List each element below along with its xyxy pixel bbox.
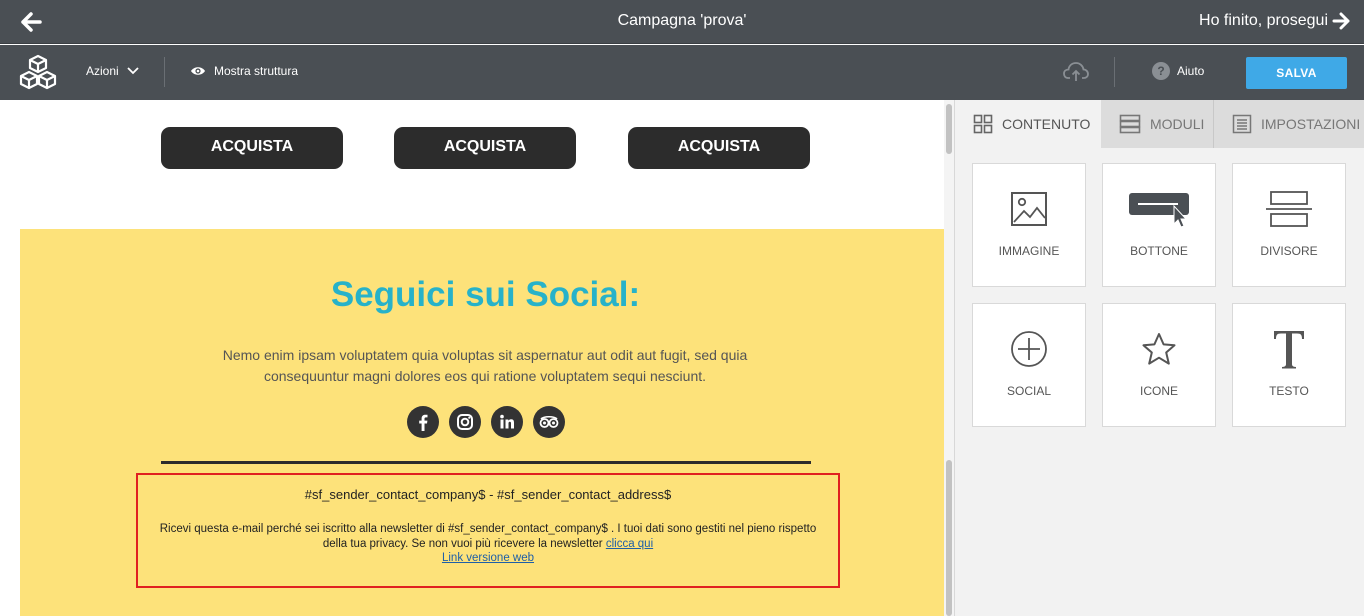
buy-button[interactable]: ACQUISTA [161,127,343,169]
plus-circle-icon [1011,331,1047,367]
cloud-upload-icon[interactable] [1063,61,1089,83]
text-icon [1274,331,1304,369]
buy-button[interactable]: ACQUISTA [628,127,810,169]
toolbar: Azioni Mostra struttura ? Aiuto SALVA [0,45,1364,100]
panel-tabs: CONTENUTO MODULI IMPOSTAZIONI [955,100,1364,148]
footer-address: #sf_sender_contact_company$ - #sf_sender… [304,487,672,502]
arrow-right-icon [1332,12,1350,30]
tab-contenuto[interactable]: CONTENUTO [955,100,1101,148]
grid-icon [973,114,993,134]
block-immagine[interactable]: IMMAGINE [972,163,1086,287]
section-divider [161,461,811,464]
divider-icon [1266,191,1312,227]
help-button[interactable]: ? Aiuto [1152,62,1204,80]
star-icon [1142,333,1176,365]
tab-impostazioni[interactable]: IMPOSTAZIONI [1214,100,1364,148]
web-version-link[interactable]: Link versione web [138,552,838,564]
tab-label: CONTENUTO [1002,116,1091,132]
image-icon [1011,192,1047,226]
block-label: TESTO [1269,384,1309,398]
logo-cubes-icon [19,54,57,90]
tab-label: MODULI [1150,116,1205,132]
tripadvisor-icon[interactable] [532,406,565,438]
eye-icon [191,67,205,75]
block-bottone[interactable]: BOTTONE [1102,163,1216,287]
toolbar-separator [164,57,165,87]
block-label: BOTTONE [1130,244,1188,258]
chevron-down-icon [127,67,139,75]
finish-continue-button[interactable]: Ho finito, prosegui [1199,12,1350,30]
instagram-icon[interactable] [448,406,481,438]
footer-block[interactable]: #sf_sender_contact_company$ - #sf_sender… [136,473,840,588]
linkedin-icon[interactable] [490,406,523,438]
help-label: Aiuto [1177,64,1205,78]
button-icon [1129,193,1189,228]
email-canvas: ACQUISTA ACQUISTA ACQUISTA Seguici sui S… [0,100,944,616]
show-structure-label: Mostra struttura [214,64,299,78]
buy-button[interactable]: ACQUISTA [394,127,576,169]
finish-label: Ho finito, prosegui [1199,12,1328,29]
modules-icon [1119,114,1141,134]
block-social[interactable]: SOCIAL [972,303,1086,427]
settings-list-icon [1232,114,1252,134]
block-label: IMMAGINE [998,244,1060,258]
save-button[interactable]: SALVA [1246,57,1347,89]
unsubscribe-link[interactable]: clicca qui [606,538,653,550]
show-structure-toggle[interactable]: Mostra struttura [190,64,298,78]
scrollbar-thumb-top[interactable] [946,104,952,154]
content-panel: CONTENUTO MODULI IMPOSTAZIONI IMMAGINE B… [954,100,1364,616]
footer-notice: Ricevi questa e-mail perché sei iscritto… [158,522,818,552]
help-icon: ? [1152,62,1170,80]
actions-label: Azioni [86,64,119,78]
buy-buttons-row: ACQUISTA ACQUISTA ACQUISTA [0,127,944,169]
toolbar-separator [1114,57,1115,87]
block-label: DIVISORE [1260,244,1318,258]
footer-notice-text: Ricevi questa e-mail perché sei iscritto… [159,523,817,550]
social-title: Seguici sui Social: [330,275,641,314]
block-divisore[interactable]: DIVISORE [1232,163,1346,287]
tab-label: IMPOSTAZIONI [1261,116,1361,132]
social-section[interactable]: Seguici sui Social: Nemo enim ipsam volu… [20,229,944,616]
tab-moduli[interactable]: MODULI [1101,100,1213,148]
scrollbar-thumb[interactable] [946,460,952,616]
social-text: Nemo enim ipsam voluptatem quia voluptas… [222,347,748,384]
social-icons-row [20,406,944,438]
actions-dropdown[interactable]: Azioni [86,64,139,78]
page-title: Campagna 'prova' [617,12,747,29]
block-label: ICONE [1139,384,1178,398]
block-testo[interactable]: TESTO [1232,303,1346,427]
block-label: SOCIAL [1006,384,1051,398]
top-bar: Campagna 'prova' Ho finito, prosegui [0,0,1364,44]
facebook-icon[interactable] [406,406,439,438]
block-icone[interactable]: ICONE [1102,303,1216,427]
